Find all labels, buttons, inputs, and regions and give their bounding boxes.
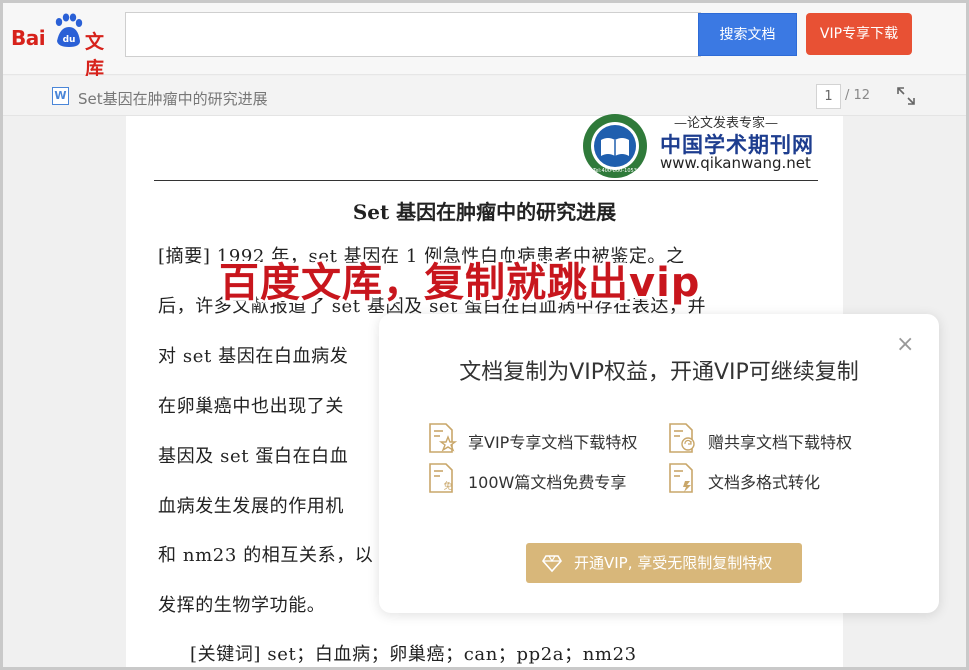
search-input[interactable] [125,12,701,57]
modal-title: 文档复制为VIP权益，开通VIP可继续复制 [459,360,859,385]
word-document-icon: W [52,87,69,105]
page-number-input[interactable]: 1 [816,84,841,109]
feature-label: 100W篇文档免费专享 [468,473,627,492]
qikanwang-stamp: Tel:400-800-1053 —论文发表专家— 中国学术期刊网 www.qi… [581,112,821,180]
qikanwang-seal-logo: Tel:400-800-1053 [583,114,647,178]
open-vip-button-label: 开通VIP, 享受无限制复制特权 [574,554,773,572]
svg-text:Tel:400-800-1053: Tel:400-800-1053 [592,168,637,174]
stamp-site-url: www.qikanwang.net [660,154,811,172]
document-header-bar: W Set基因在肿瘤中的研究进展 1 / 12 [3,76,966,116]
body-line: 血病发生发展的作用机 [158,496,344,517]
body-line: 和 nm23 的相互关系，以 [158,545,374,566]
page-total: / 12 [845,88,871,103]
paw-icon: du [55,13,83,47]
body-line: 发挥的生物学功能。 [158,595,326,616]
overlay-headline: 百度文库，复制就跳出vip [219,260,701,306]
convert-document-icon [669,463,693,493]
feature-label: 文档多格式转化 [708,473,821,492]
browser-frame: Bai du 文库 搜索文档 VIP专享下载 W Set基因在肿瘤中的研究进展 … [0,0,969,670]
share-document-icon [669,423,695,453]
logo-bai-text: Bai [11,26,46,50]
svg-text:du: du [63,35,76,45]
header-rule [154,180,818,181]
keywords-line: [关键词] set；白血病；卵巢癌；can；pp2a；nm23 [190,644,637,665]
search-button[interactable]: 搜索文档 [698,13,797,56]
paper-title: Set 基因在肿瘤中的研究进展 [352,200,617,224]
free-document-icon: 免 [429,463,453,493]
body-line: 对 set 基因在白血病发 [158,346,349,367]
vip-download-button[interactable]: VIP专享下载 [806,13,912,55]
logo-wenku-text: 文库 [85,31,105,80]
open-vip-button[interactable]: 开通VIP, 享受无限制复制特权 [526,543,802,583]
svg-text:免: 免 [443,480,452,492]
baidu-wenku-logo[interactable]: Bai du 文库 [11,13,121,80]
body-line: 在卵巢癌中也出现了关 [158,396,344,417]
feature-label: 赠共享文档下载特权 [708,433,853,452]
diamond-icon [542,555,562,573]
body-line: 基因及 set 蛋白在白血 [158,446,349,467]
feature-label: 享VIP专享文档下载特权 [468,433,638,452]
expand-icon[interactable] [896,86,916,106]
top-bar: Bai du 文库 搜索文档 VIP专享下载 [3,3,966,80]
vip-copy-modal: × 文档复制为VIP权益，开通VIP可继续复制 享VIP专享文档下载特权 赠共享… [379,314,939,613]
close-icon[interactable]: × [896,334,914,356]
document-title: Set基因在肿瘤中的研究进展 [78,90,268,108]
star-document-icon [429,423,457,453]
